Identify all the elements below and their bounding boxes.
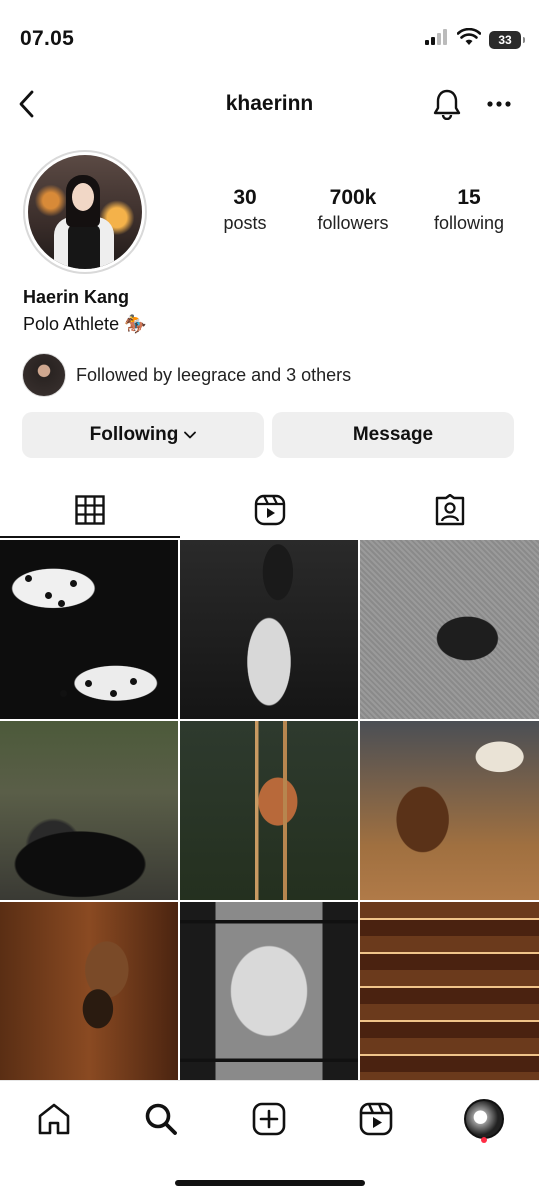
posts-count-label: posts [223, 213, 267, 233]
profile-header: khaerinn [0, 80, 539, 130]
post-thumbnail-vintage-car[interactable] [0, 721, 178, 900]
display-name: Haerin Kang [23, 287, 130, 307]
posts-count-value: 30 [233, 186, 257, 209]
cellular-signal-icon [425, 29, 449, 50]
home-indicator [175, 1180, 365, 1186]
following-button-label: Following [89, 424, 179, 445]
nav-home[interactable] [32, 1097, 76, 1141]
post-thumbnail-tack-room[interactable] [180, 721, 358, 900]
nav-profile[interactable] [462, 1097, 506, 1141]
message-button[interactable]: Message [272, 412, 514, 458]
notifications-button[interactable] [428, 84, 466, 124]
create-plus-icon [252, 1102, 286, 1136]
reels-icon [359, 1102, 393, 1136]
notification-dot [481, 1137, 487, 1143]
post-thumbnail-dalmatian-figurines[interactable] [0, 540, 178, 719]
posts-count[interactable]: 30 posts [190, 186, 300, 234]
profile-actions: Following Message [22, 412, 514, 458]
bell-icon [433, 89, 461, 120]
mutual-follower-avatar [22, 353, 66, 397]
active-tab-indicator [0, 536, 180, 538]
status-time: 07.05 [20, 27, 75, 50]
battery-icon: 33 [489, 30, 525, 49]
followers-count[interactable]: 700k followers [298, 186, 408, 234]
profile-avatar-small [464, 1099, 504, 1139]
reels-icon [254, 494, 286, 526]
post-thumbnail-rider-with-horse[interactable] [180, 540, 358, 719]
post-thumbnail-equestrian-statue[interactable] [0, 902, 178, 1080]
status-bar: 07.05 33 [0, 0, 539, 80]
posts-grid [0, 540, 539, 1080]
post-thumbnail-polo-aerial[interactable] [360, 540, 539, 719]
post-thumbnail-cowboy-with-horse[interactable] [360, 721, 539, 900]
message-button-label: Message [352, 424, 434, 445]
tab-posts-grid[interactable] [0, 482, 180, 538]
home-icon [38, 1103, 70, 1135]
nav-search[interactable] [139, 1097, 183, 1141]
wifi-icon [456, 27, 482, 51]
status-icons: 33 [425, 27, 525, 51]
following-count-value: 15 [457, 186, 481, 209]
followed-by-row[interactable]: Followed by leegrace and 3 others [22, 352, 351, 398]
following-count-label: following [433, 213, 505, 233]
post-thumbnail-wine-cellar[interactable] [360, 902, 539, 1080]
nav-create[interactable] [247, 1097, 291, 1141]
battery-level: 33 [498, 32, 512, 47]
tab-reels[interactable] [180, 482, 360, 538]
followers-count-label: followers [317, 213, 389, 233]
chevron-down-icon [184, 431, 197, 439]
tagged-user-icon [435, 494, 465, 526]
bio-text: Polo Athlete 🏇 [23, 314, 147, 334]
profile-stats: 30 posts 700k followers 15 following [190, 186, 525, 236]
grid-icon [75, 495, 105, 525]
profile-tabs [0, 482, 539, 538]
profile-avatar[interactable] [23, 150, 147, 274]
more-horizontal-icon [487, 101, 511, 107]
followed-by-text: Followed by leegrace and 3 others [76, 364, 352, 385]
profile-photo [28, 155, 142, 269]
more-options-button[interactable] [480, 86, 518, 122]
tab-tagged[interactable] [360, 482, 539, 538]
search-icon [145, 1103, 177, 1135]
followers-count-value: 700k [329, 186, 377, 209]
following-count[interactable]: 15 following [414, 186, 524, 234]
following-button[interactable]: Following [22, 412, 264, 458]
nav-reels[interactable] [354, 1097, 398, 1141]
post-thumbnail-polo-painting[interactable] [180, 902, 358, 1080]
